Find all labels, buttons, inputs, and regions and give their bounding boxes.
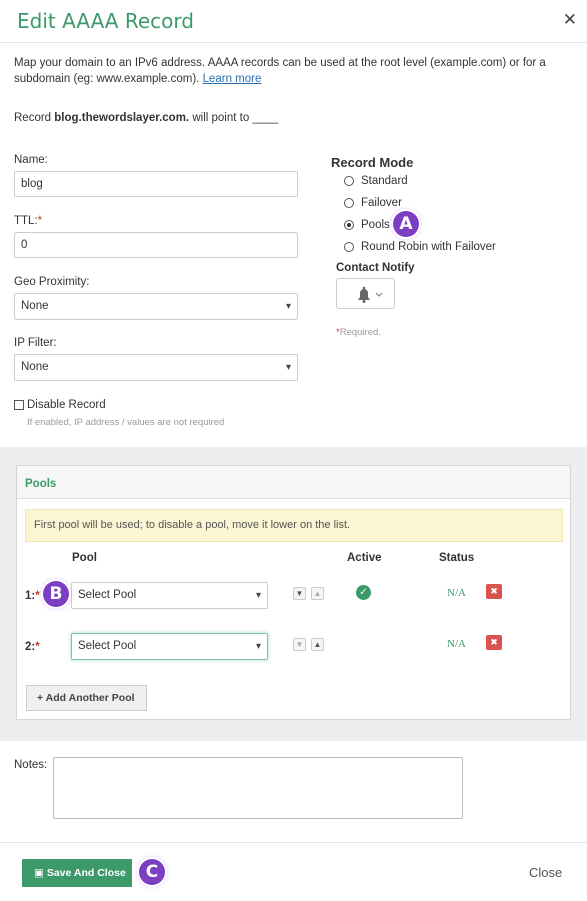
chevron-down-icon: ▾ <box>285 362 291 373</box>
add-pool-label: Add Another Pool <box>45 692 135 704</box>
radio-button[interactable] <box>344 176 354 186</box>
disable-record-hint: If enabled, IP address / values are not … <box>27 417 225 428</box>
learn-more-link[interactable]: Learn more <box>203 73 262 85</box>
pool-1-status: N/A <box>447 587 466 599</box>
chevron-down-icon: ▾ <box>255 641 261 652</box>
save-label: Save And Close <box>46 867 126 879</box>
required-star: * <box>35 590 40 602</box>
pool-row-1-label: 1:* <box>25 590 40 602</box>
radio-label: Standard <box>361 175 408 187</box>
radio-label: Round Robin with Failover <box>361 241 496 253</box>
annotation-badge-a: A <box>393 211 419 237</box>
contact-notify-dropdown[interactable] <box>336 278 395 309</box>
move-up-icon[interactable]: ▲ <box>311 587 324 600</box>
pool-select-value: Select Pool <box>78 640 137 652</box>
disable-record-checkbox[interactable] <box>14 400 24 410</box>
geo-proximity-value: None <box>21 300 49 312</box>
chevron-down-icon: ▾ <box>255 590 261 601</box>
ttl-label-text: TTL: <box>14 215 38 227</box>
radio-pools[interactable]: Pools <box>344 219 390 231</box>
ip-filter-value: None <box>21 361 49 373</box>
dialog-header: Edit AAAA Record ✕ <box>0 0 587 43</box>
column-header-status: Status <box>439 552 475 564</box>
disable-record-label: Disable Record <box>27 399 106 411</box>
dialog-description: Map your domain to an IPv6 address. AAAA… <box>14 55 574 87</box>
record-prefix: Record <box>14 112 52 124</box>
required-note-text: Required. <box>339 327 381 338</box>
ip-filter-label: IP Filter: <box>14 337 57 349</box>
record-summary: Record blog.thewordslayer.com. will poin… <box>14 112 278 124</box>
notes-textarea[interactable] <box>53 757 463 819</box>
column-header-active: Active <box>347 552 382 564</box>
radio-button[interactable] <box>344 242 354 252</box>
delete-pool-2-icon[interactable]: ✖ <box>486 635 502 650</box>
pool-2-select[interactable]: Select Pool ▾ <box>71 633 268 660</box>
name-label: Name: <box>14 154 48 166</box>
column-header-pool: Pool <box>72 552 97 564</box>
required-star: * <box>35 641 40 653</box>
name-input[interactable]: blog <box>14 171 298 197</box>
move-down-icon[interactable]: ▼ <box>293 587 306 600</box>
pools-notice: First pool will be used; to disable a po… <box>25 509 563 542</box>
radio-label: Pools <box>361 219 390 231</box>
pool-select-value: Select Pool <box>78 589 137 601</box>
dialog-title: Edit AAAA Record <box>17 9 194 33</box>
radio-failover[interactable]: Failover <box>344 197 402 209</box>
contact-notify-title: Contact Notify <box>336 262 415 274</box>
pool-row-2-label: 2:* <box>25 641 40 653</box>
radio-button[interactable] <box>344 198 354 208</box>
pools-panel-header: Pools <box>17 466 570 499</box>
ip-filter-select[interactable]: None ▾ <box>14 354 298 381</box>
footer-divider <box>0 842 587 843</box>
required-star: * <box>37 215 43 227</box>
delete-pool-1-icon[interactable]: ✖ <box>486 584 502 599</box>
chevron-down-icon: ▾ <box>285 301 291 312</box>
save-and-close-button[interactable]: ▣ Save And Close <box>22 859 132 887</box>
record-host: blog.thewordslayer.com. <box>54 112 190 124</box>
bell-icon <box>358 286 383 303</box>
required-note: *Required. <box>336 327 381 338</box>
pools-panel: Pools First pool will be used; to disabl… <box>16 465 571 720</box>
add-another-pool-button[interactable]: + Add Another Pool <box>26 685 147 711</box>
description-text: Map your domain to an IPv6 address. AAAA… <box>14 57 546 85</box>
row-number: 2: <box>25 641 36 653</box>
row-number: 1: <box>25 590 36 602</box>
pools-title: Pools <box>25 478 57 490</box>
annotation-badge-b: B <box>43 581 69 607</box>
move-down-icon[interactable]: ▼ <box>293 638 306 651</box>
record-suffix: will point to ____ <box>192 112 278 124</box>
close-icon[interactable]: ✕ <box>563 10 577 30</box>
pool-1-select[interactable]: Select Pool ▾ <box>71 582 268 609</box>
notes-label: Notes: <box>14 759 48 771</box>
radio-standard[interactable]: Standard <box>344 175 408 187</box>
plus-icon: + <box>37 692 46 704</box>
move-up-icon[interactable]: ▲ <box>311 638 324 651</box>
annotation-badge-c: C <box>139 859 165 885</box>
geo-proximity-label: Geo Proximity: <box>14 276 90 288</box>
geo-proximity-select[interactable]: None ▾ <box>14 293 298 320</box>
radio-button-selected[interactable] <box>344 220 354 230</box>
radio-label: Failover <box>361 197 402 209</box>
radio-round-robin-failover[interactable]: Round Robin with Failover <box>344 241 496 253</box>
close-button[interactable]: Close <box>529 865 562 880</box>
active-check-icon: ✓ <box>356 585 371 600</box>
ttl-input[interactable]: 0 <box>14 232 298 258</box>
pool-2-status: N/A <box>447 638 466 650</box>
save-icon: ▣ <box>34 867 47 879</box>
record-mode-title: Record Mode <box>331 155 414 170</box>
ttl-label: TTL:* <box>14 215 42 227</box>
